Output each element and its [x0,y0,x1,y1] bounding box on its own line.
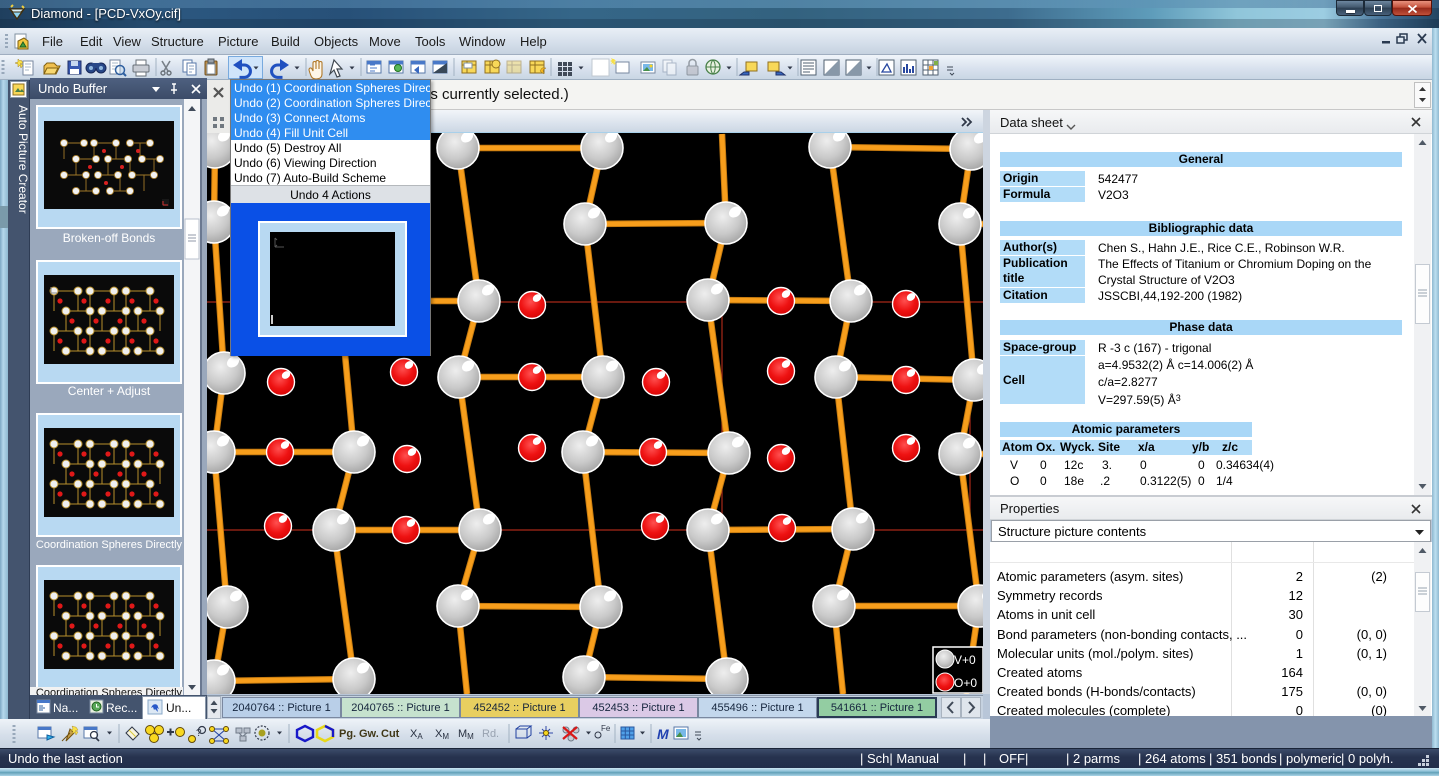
svg-text:M: M [657,726,669,742]
svg-text:Rd.: Rd. [482,728,499,740]
svg-text:Broken-off Bonds: Broken-off Bonds [63,231,156,245]
svg-text:XA: XA [410,728,423,741]
svg-text:O+0: O+0 [954,676,977,690]
svg-text:MM: MM [458,728,474,741]
svg-text:Fe: Fe [601,724,611,733]
svg-text:Center + Adjust: Center + Adjust [68,384,151,398]
svg-text:Gw.: Gw. [359,728,379,740]
svg-text:Pg.: Pg. [339,728,356,740]
svg-text:?: ? [196,728,202,739]
svg-text:V+0: V+0 [954,653,976,667]
svg-text:Cut: Cut [381,728,400,740]
svg-text:XM: XM [435,728,449,741]
svg-text:Coordination Spheres Directly: Coordination Spheres Directly [36,539,183,551]
